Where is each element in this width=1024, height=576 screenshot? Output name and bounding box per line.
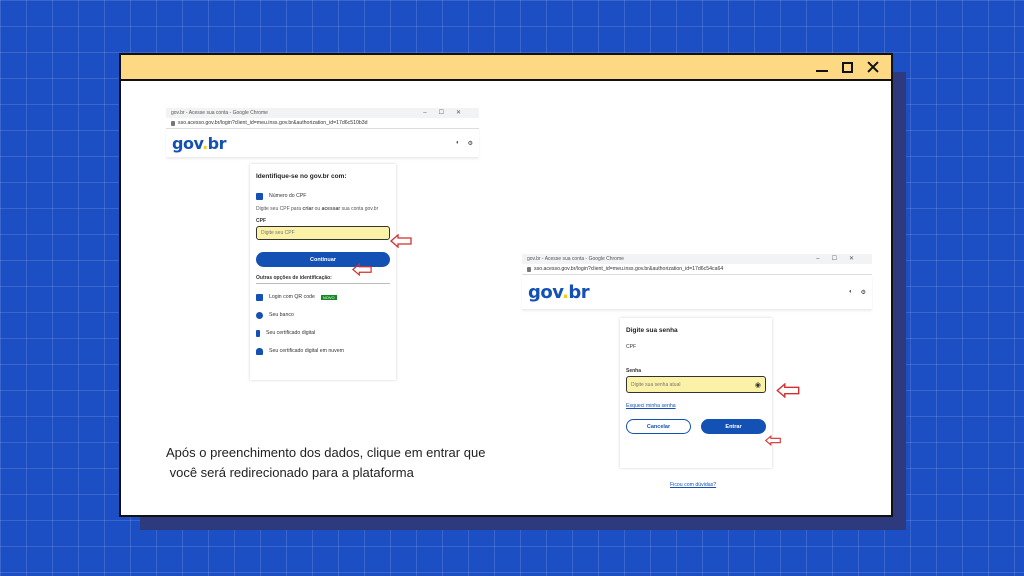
govbr-header: gov.br ◐ ⚙ [166,129,479,157]
contrast-icon[interactable]: ◐ [849,289,853,296]
maximize-icon[interactable] [842,61,853,73]
password-label: Senha [626,368,642,374]
screenshot-password: gov.br - Acesse sua conta - Google Chrom… [522,254,872,494]
card-title: Identifique-se no gov.br com: [256,173,347,180]
minimize-icon[interactable] [816,61,828,73]
address-bar[interactable]: sso.acesso.gov.br/login?client_id=meu.in… [522,264,872,275]
cpf-field[interactable] [256,226,390,240]
close-icon[interactable] [867,61,879,73]
option-bank[interactable]: Seu banco [256,306,390,324]
identify-card: Identifique-se no gov.br com: Número do … [250,164,396,380]
cpf-input[interactable] [261,230,385,236]
enter-button[interactable]: Entrar [701,419,766,434]
cpf-option[interactable]: Número do CPF [256,190,390,202]
usb-token-icon [256,329,260,337]
option-certificate-label: Seu certificado digital [266,330,316,336]
option-certificate[interactable]: Seu certificado digital [256,324,390,342]
contrast-icon[interactable]: ◐ [456,140,460,147]
arrow-left-icon [352,263,372,276]
option-cloud-label: Seu certificado digital em nuvem [269,348,344,354]
option-cloud-certificate[interactable]: Seu certificado digital em nuvem [256,342,390,360]
govbr-logo[interactable]: gov.br [172,134,227,153]
address-bar[interactable]: sso.acesso.gov.br/login?client_id=meu.in… [166,118,479,129]
govbr-logo[interactable]: gov.br [528,282,590,303]
divider [256,283,390,284]
caption-line-1: Após o preenchimento dos dados, clique e… [166,445,486,460]
cloud-icon [256,347,263,355]
browser-title: gov.br - Acesse sua conta - Google Chrom… [171,110,268,116]
card-title: Digite sua senha [626,327,678,334]
arrow-left-icon [390,234,412,248]
window-titlebar [121,55,891,81]
url-text: sso.acesso.gov.br/login?client_id=meu.in… [534,266,724,272]
forgot-password-link[interactable]: Esqueci minha senha [626,403,766,409]
id-card-icon [256,192,263,200]
option-bank-label: Seu banco [269,312,294,318]
cpf-option-label: Número do CPF [269,193,307,199]
new-badge: NOVO [320,294,337,300]
qr-code-icon [256,293,263,301]
browser-titlebar: gov.br - Acesse sua conta - Google Chrom… [522,254,872,264]
browser-window-controls[interactable]: –☐✕ [816,255,866,262]
browser-window-controls[interactable]: –☐✕ [423,109,473,116]
arrow-left-icon [765,435,781,446]
caption-line-2: você será redirecionado para a plataform… [166,465,414,480]
cancel-button[interactable]: Cancelar [626,419,692,434]
screenshot-cpf-login: gov.br - Acesse sua conta - Google Chrom… [166,108,479,380]
cpf-instruction: Digite seu CPF para criar ou acessar sua… [256,206,379,212]
show-password-icon[interactable]: ◉ [755,381,761,389]
cpf-label: CPF [626,344,636,350]
url-text: sso.acesso.gov.br/login?client_id=meu.in… [178,120,368,126]
help-link[interactable]: Ficou com dúvidas? [670,482,716,488]
cpf-label: CPF [256,218,266,224]
option-qr-label: Login com QR code [269,294,315,300]
instruction-caption: Após o preenchimento dos dados, clique e… [166,443,485,483]
lock-icon [527,266,531,272]
browser-title: gov.br - Acesse sua conta - Google Chrom… [527,256,624,262]
settings-icon[interactable]: ⚙ [468,140,473,147]
govbr-header: gov.br ◐ ⚙ [522,275,872,309]
password-input[interactable] [631,381,755,388]
lock-icon [171,120,175,126]
bank-icon [256,311,263,319]
password-field[interactable]: ◉ [626,376,766,393]
arrow-left-icon [776,383,800,398]
password-card: Digite sua senha CPF Senha ◉ Esqueci min… [620,318,772,468]
settings-icon[interactable]: ⚙ [861,289,866,296]
browser-titlebar: gov.br - Acesse sua conta - Google Chrom… [166,108,479,118]
option-qr[interactable]: Login com QR code NOVO [256,288,390,306]
